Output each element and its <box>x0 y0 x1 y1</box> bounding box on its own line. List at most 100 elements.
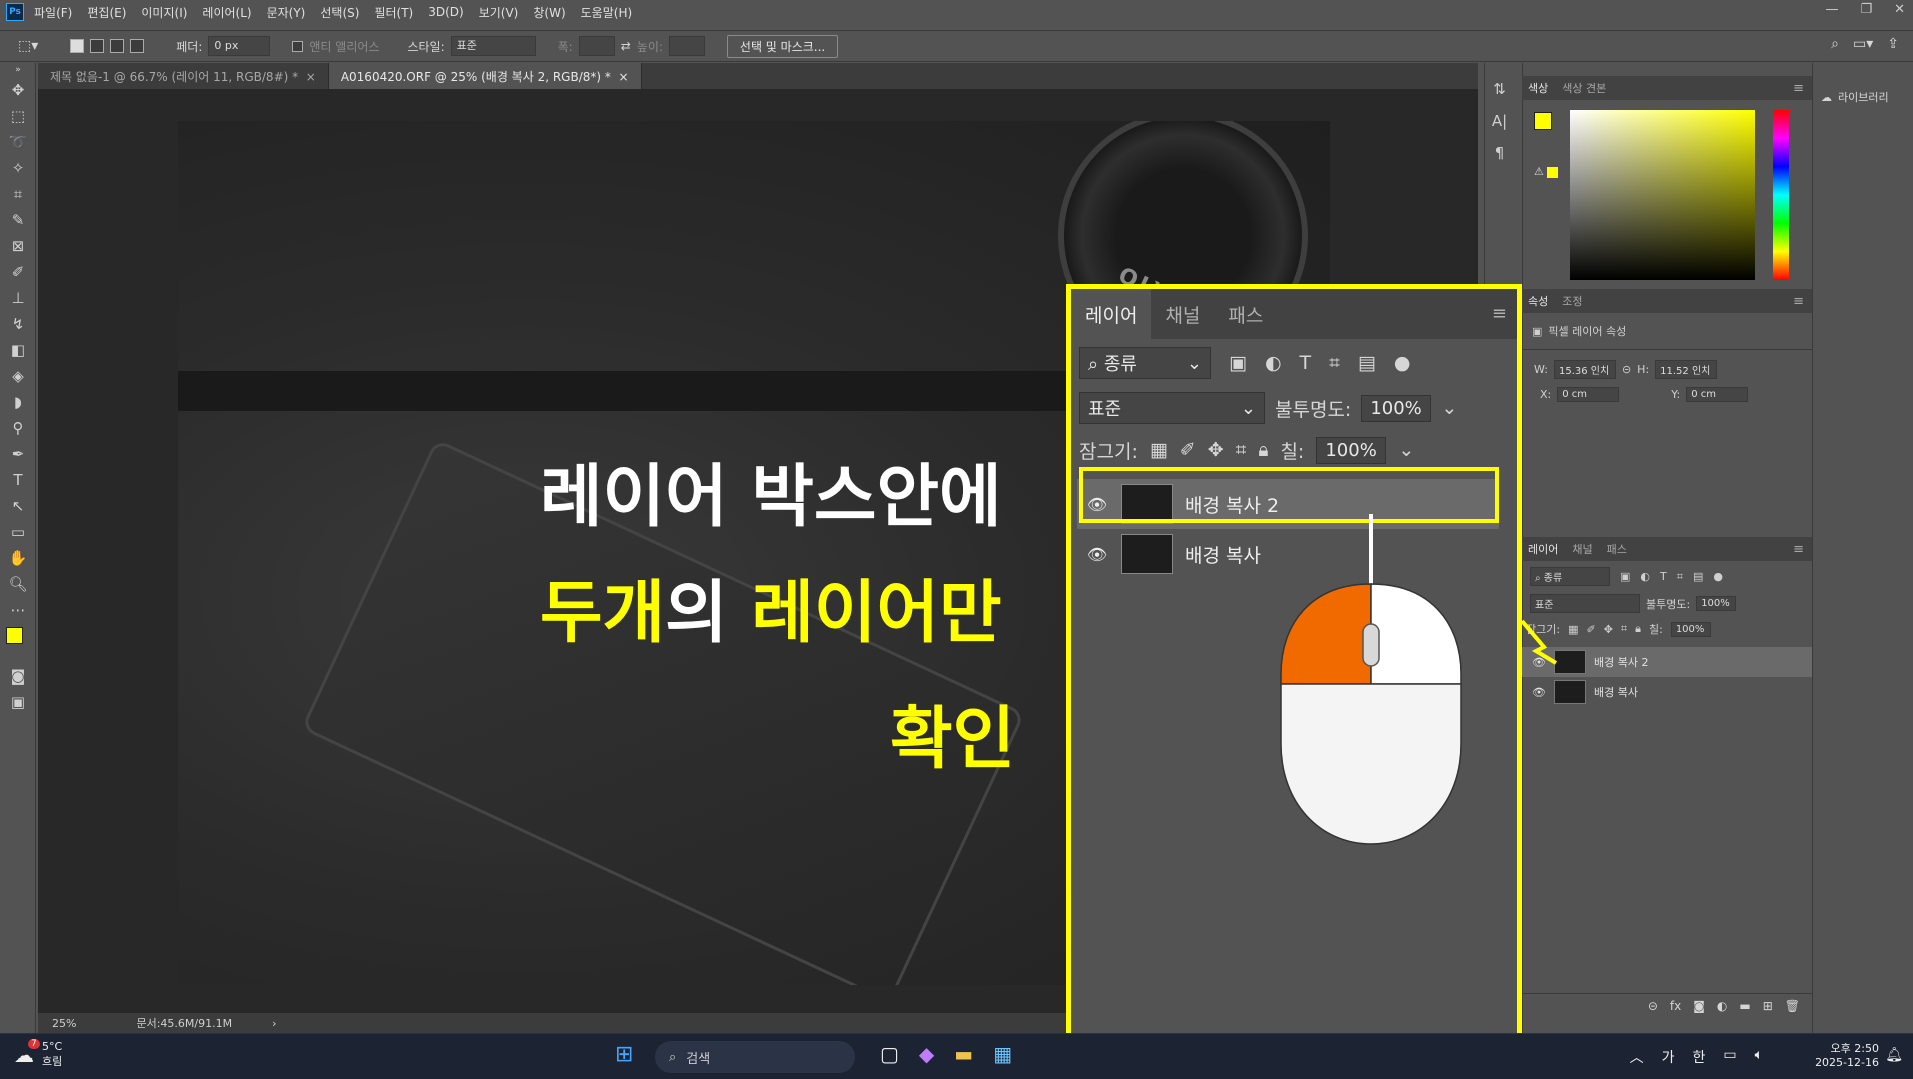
fill-dropdown-icon[interactable]: ⌄ <box>1398 439 1414 461</box>
visibility-icon[interactable]: 👁︎ <box>1085 545 1109 564</box>
menu-view[interactable]: 보기(V) <box>479 4 519 21</box>
panel-menu-icon[interactable]: ≡ <box>1793 81 1804 96</box>
quick-mask-icon[interactable]: ◙ <box>0 663 36 689</box>
screen-mode-icon[interactable]: ▣ <box>0 689 36 715</box>
filter-pixel-icon[interactable]: ▣ <box>1229 352 1247 374</box>
filter-smart-icon[interactable]: ▤ <box>1358 352 1376 374</box>
fill-field[interactable]: 100% <box>1670 621 1711 637</box>
antialias-checkbox[interactable] <box>292 40 304 52</box>
close-button[interactable]: ✕ <box>1894 2 1905 17</box>
clock[interactable]: 오후 2:50 2025-12-16 <box>1815 1040 1879 1069</box>
magic-wand-tool-icon[interactable]: ✧ <box>0 155 36 181</box>
cloud-icon[interactable]: ☁ <box>1821 91 1832 104</box>
filter-shape-icon[interactable]: ⌗ <box>1329 352 1340 374</box>
file-explorer-icon[interactable]: ▬ <box>954 1042 973 1066</box>
fill-field[interactable]: 100% <box>1316 436 1387 464</box>
tab-color[interactable]: 색상 <box>1528 80 1548 96</box>
hand-tool-icon[interactable]: ✋ <box>0 545 36 571</box>
notification-icon[interactable]: 🔔︎ <box>1885 1047 1903 1063</box>
blend-mode-select[interactable]: 표준 <box>1530 594 1640 613</box>
color-picker-field[interactable] <box>1570 110 1755 280</box>
eraser-tool-icon[interactable]: ◧ <box>0 337 36 363</box>
link-layers-icon[interactable]: ⊝ <box>1648 999 1658 1013</box>
more-tools-icon[interactable]: ⋯ <box>0 597 36 623</box>
layer-row[interactable]: 👁︎ 배경 복사 2 <box>1522 647 1812 677</box>
delete-layer-icon[interactable]: 🗑︎ <box>1785 999 1800 1013</box>
new-selection-icon[interactable] <box>70 39 85 53</box>
path-select-icon[interactable]: ↖ <box>0 493 36 519</box>
menu-select[interactable]: 선택(S) <box>320 4 359 21</box>
tab-paths[interactable]: 패스 <box>1607 541 1627 557</box>
crop-tool-icon[interactable]: ⌗ <box>0 181 36 207</box>
ime-mode[interactable]: 한 <box>1692 1047 1705 1067</box>
filter-type-icon[interactable]: T <box>1660 570 1667 583</box>
layer-row[interactable]: 👁︎ 배경 복사 <box>1522 677 1812 707</box>
start-icon[interactable]: ⊞ <box>615 1042 633 1067</box>
weather-widget[interactable]: ☁ 7 5°C 흐림 <box>14 1038 62 1069</box>
paragraph-icon[interactable]: ¶ <box>1485 137 1514 169</box>
copilot-icon[interactable]: ◆ <box>919 1042 934 1066</box>
blur-tool-icon[interactable]: ◗ <box>0 389 36 415</box>
new-group-icon[interactable]: ▬ <box>1739 999 1750 1013</box>
foreground-color-swatch[interactable] <box>1534 112 1552 130</box>
foreground-color-swatch[interactable] <box>6 627 23 644</box>
link-icon[interactable]: ⊝ <box>1622 363 1631 376</box>
brush-tool-icon[interactable]: ✐ <box>0 259 36 285</box>
tab-layers[interactable]: 레이어 <box>1071 289 1152 339</box>
fx-icon[interactable]: fx <box>1670 999 1681 1013</box>
height-field[interactable]: 11.52 인치 <box>1655 360 1718 379</box>
tab-channels[interactable]: 채널 <box>1151 289 1214 339</box>
width-input[interactable] <box>578 36 615 56</box>
filter-toggle-icon[interactable]: ● <box>1713 570 1723 583</box>
feather-input[interactable]: 0 px <box>208 36 271 56</box>
lock-move-icon[interactable]: ✥ <box>1604 623 1613 636</box>
filter-shape-icon[interactable]: ⌗ <box>1677 570 1683 584</box>
panel-menu-icon[interactable]: ≡ <box>1793 294 1804 309</box>
opacity-field[interactable]: 100% <box>1361 394 1432 422</box>
filter-type-icon[interactable]: T <box>1300 352 1312 374</box>
close-tab-icon[interactable]: × <box>619 70 629 84</box>
volume-icon[interactable]: 🔈︎ <box>1755 1047 1763 1067</box>
marquee-tool-icon[interactable]: ⬚ <box>0 103 36 129</box>
blend-mode-select[interactable]: 표준 ⌄ <box>1079 392 1265 424</box>
zoom-level[interactable]: 25% <box>52 1017 76 1030</box>
tab-paths[interactable]: 패스 <box>1214 289 1277 339</box>
store-icon[interactable]: ▦ <box>993 1042 1012 1066</box>
lock-transparent-icon[interactable]: ▦ <box>1150 439 1168 461</box>
marquee-tool-icon[interactable]: ⬚▾ <box>18 38 38 54</box>
menu-type[interactable]: 문자(Y) <box>267 4 306 21</box>
pen-tool-icon[interactable]: ✒ <box>0 441 36 467</box>
workspace-icon[interactable]: ▭▾ <box>1853 36 1873 52</box>
ime-hangul[interactable]: 가 <box>1662 1047 1675 1067</box>
zoom-tool-icon[interactable]: 🔍︎ <box>0 571 36 597</box>
history-icon[interactable]: ⇅ <box>1485 73 1514 105</box>
adjustment-layer-icon[interactable]: ◐ <box>1717 999 1727 1013</box>
lock-artboard-icon[interactable]: ⌗ <box>1236 439 1247 461</box>
width-field[interactable]: 15.36 인치 <box>1553 360 1616 379</box>
panel-menu-icon[interactable]: ≡ <box>1793 542 1804 557</box>
eyedropper-tool-icon[interactable]: ✎ <box>0 207 36 233</box>
libraries-label[interactable]: 라이브러리 <box>1838 89 1889 105</box>
opacity-dropdown-icon[interactable]: ⌄ <box>1441 397 1457 419</box>
network-icon[interactable]: ▭ <box>1723 1047 1736 1067</box>
tab-adjustments[interactable]: 조정 <box>1562 293 1582 309</box>
style-select[interactable]: 표준 <box>450 36 536 56</box>
visibility-icon[interactable]: 👁︎ <box>1532 686 1546 699</box>
menu-layer[interactable]: 레이어(L) <box>202 4 251 21</box>
tab-channels[interactable]: 채널 <box>1572 541 1592 557</box>
height-input[interactable] <box>668 36 705 56</box>
minimize-button[interactable]: — <box>1825 2 1838 17</box>
y-field[interactable]: 0 cm <box>1686 387 1749 402</box>
layer-filter-select[interactable]: ⌕ 종류 <box>1530 567 1610 586</box>
frame-tool-icon[interactable]: ⊠ <box>0 233 36 259</box>
new-layer-icon[interactable]: ⊞ <box>1763 999 1773 1013</box>
restore-button[interactable]: ❐ <box>1860 2 1872 17</box>
opacity-field[interactable]: 100% <box>1696 596 1737 611</box>
menu-help[interactable]: 도움말(H) <box>581 4 633 21</box>
x-field[interactable]: 0 cm <box>1557 387 1620 402</box>
lock-all-icon[interactable]: 🔒︎ <box>1635 622 1641 636</box>
filter-toggle-icon[interactable]: ● <box>1394 352 1411 374</box>
lock-artboard-icon[interactable]: ⌗ <box>1621 622 1627 636</box>
tab-layers[interactable]: 레이어 <box>1528 541 1558 557</box>
close-tab-icon[interactable]: × <box>306 70 316 84</box>
